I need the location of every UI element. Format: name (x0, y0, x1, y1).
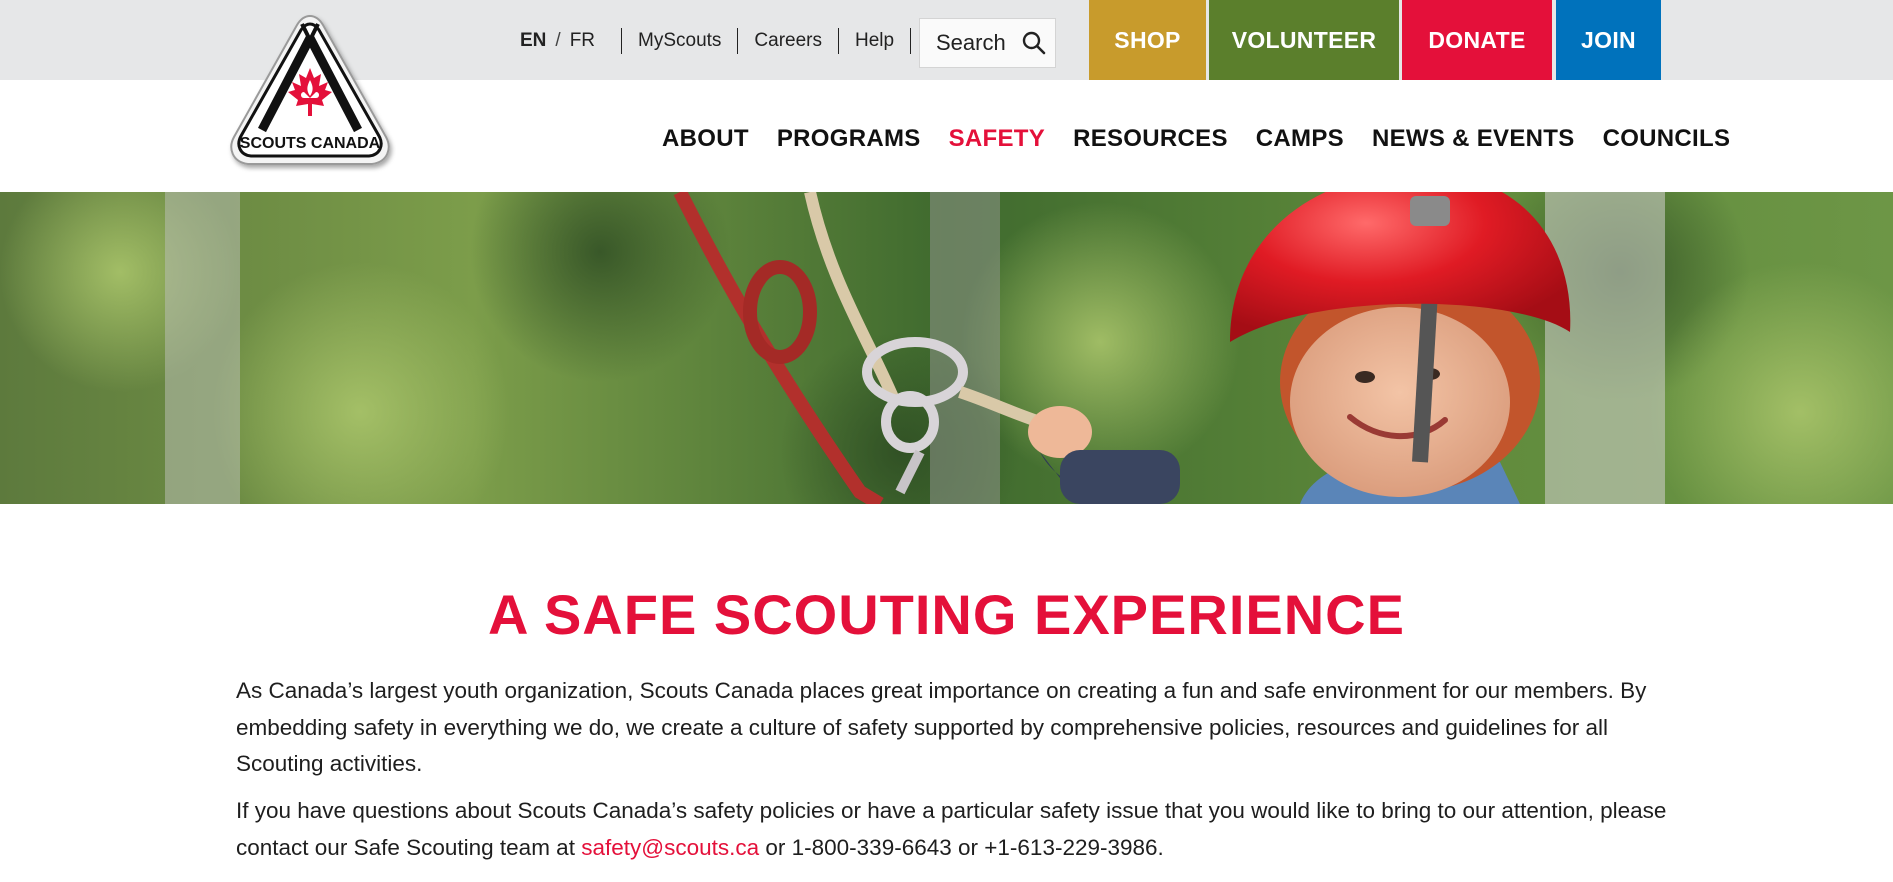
nav-resources[interactable]: RESOURCES (1073, 125, 1228, 153)
language-switcher: EN / FR (520, 30, 595, 52)
myscouts-link[interactable]: MyScouts (622, 30, 737, 52)
lang-separator: / (555, 30, 561, 51)
main-navigation: ABOUT PROGRAMS SAFETY RESOURCES CAMPS NE… (662, 125, 1730, 153)
nav-about[interactable]: ABOUT (662, 125, 749, 153)
careers-link[interactable]: Careers (738, 30, 838, 52)
nav-councils[interactable]: COUNCILS (1603, 125, 1731, 153)
scouts-canada-logo[interactable]: SCOUTS CANADA (224, 12, 396, 176)
lang-en-link[interactable]: EN (520, 30, 546, 51)
intro-paragraph: As Canada’s largest youth organization, … (236, 678, 1647, 776)
utility-links: MyScouts Careers Help (621, 27, 912, 55)
search-icon (1021, 30, 1047, 56)
donate-button[interactable]: DONATE (1402, 0, 1552, 80)
search-button[interactable]: Search (919, 18, 1056, 68)
contact-text-after: or 1-800-339-6643 or +1-613-229-3986. (759, 834, 1164, 860)
nav-safety[interactable]: SAFETY (949, 125, 1045, 153)
page-title: A SAFE SCOUTING EXPERIENCE (488, 583, 1405, 646)
nav-programs[interactable]: PROGRAMS (777, 125, 921, 153)
logo-text: SCOUTS CANADA (240, 135, 381, 152)
help-link[interactable]: Help (839, 30, 910, 52)
volunteer-button[interactable]: VOLUNTEER (1209, 0, 1399, 80)
search-label: Search (936, 30, 1006, 55)
join-button[interactable]: JOIN (1556, 0, 1661, 80)
safety-email-link[interactable]: safety@scouts.ca (581, 835, 759, 860)
nav-camps[interactable]: CAMPS (1256, 125, 1344, 153)
hero-image (0, 192, 1893, 504)
divider (910, 28, 912, 54)
lang-fr-link[interactable]: FR (570, 30, 595, 51)
nav-news-events[interactable]: NEWS & EVENTS (1372, 125, 1575, 153)
shop-button[interactable]: SHOP (1089, 0, 1206, 80)
contact-paragraph: If you have questions about Scouts Canad… (236, 793, 1676, 866)
